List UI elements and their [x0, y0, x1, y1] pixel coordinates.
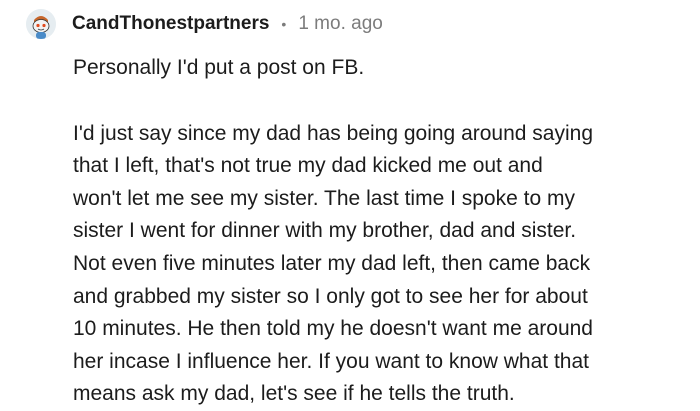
comment-line: sister I went for dinner with my brother… [73, 219, 577, 243]
comment-line: that I left, that's not true my dad kick… [73, 154, 543, 178]
comment-timestamp[interactable]: 1 mo. ago [298, 13, 383, 35]
comment-line: and grabbed my sister so I only got to s… [73, 284, 588, 308]
comment-line: means ask my dad, let's see if he tells … [73, 382, 515, 406]
comment-line: I'd just say since my dad has being goin… [73, 121, 593, 145]
comment-line: her incase I influence her. If you want … [73, 349, 589, 373]
snoo-avatar-icon [26, 9, 56, 39]
comment-line: 10 minutes. He then told my he doesn't w… [73, 317, 593, 341]
avatar[interactable] [26, 9, 56, 39]
comment-line: Not even five minutes later my dad left,… [73, 251, 591, 275]
comment-header: CandThonestpartners • 1 mo. ago [26, 8, 383, 40]
comment-line: won't let me see my sister. The last tim… [73, 186, 575, 210]
comment-paragraph: I'd just say since my dad has being goin… [73, 118, 693, 411]
username-link[interactable]: CandThonestpartners [72, 13, 269, 35]
comment: CandThonestpartners • 1 mo. ago Personal… [0, 0, 700, 405]
comment-paragraph: Personally I'd put a post on FB. [73, 56, 365, 79]
comment-body: Personally I'd put a post on FB. I'd jus… [73, 52, 693, 411]
meta-separator: • [281, 16, 287, 32]
